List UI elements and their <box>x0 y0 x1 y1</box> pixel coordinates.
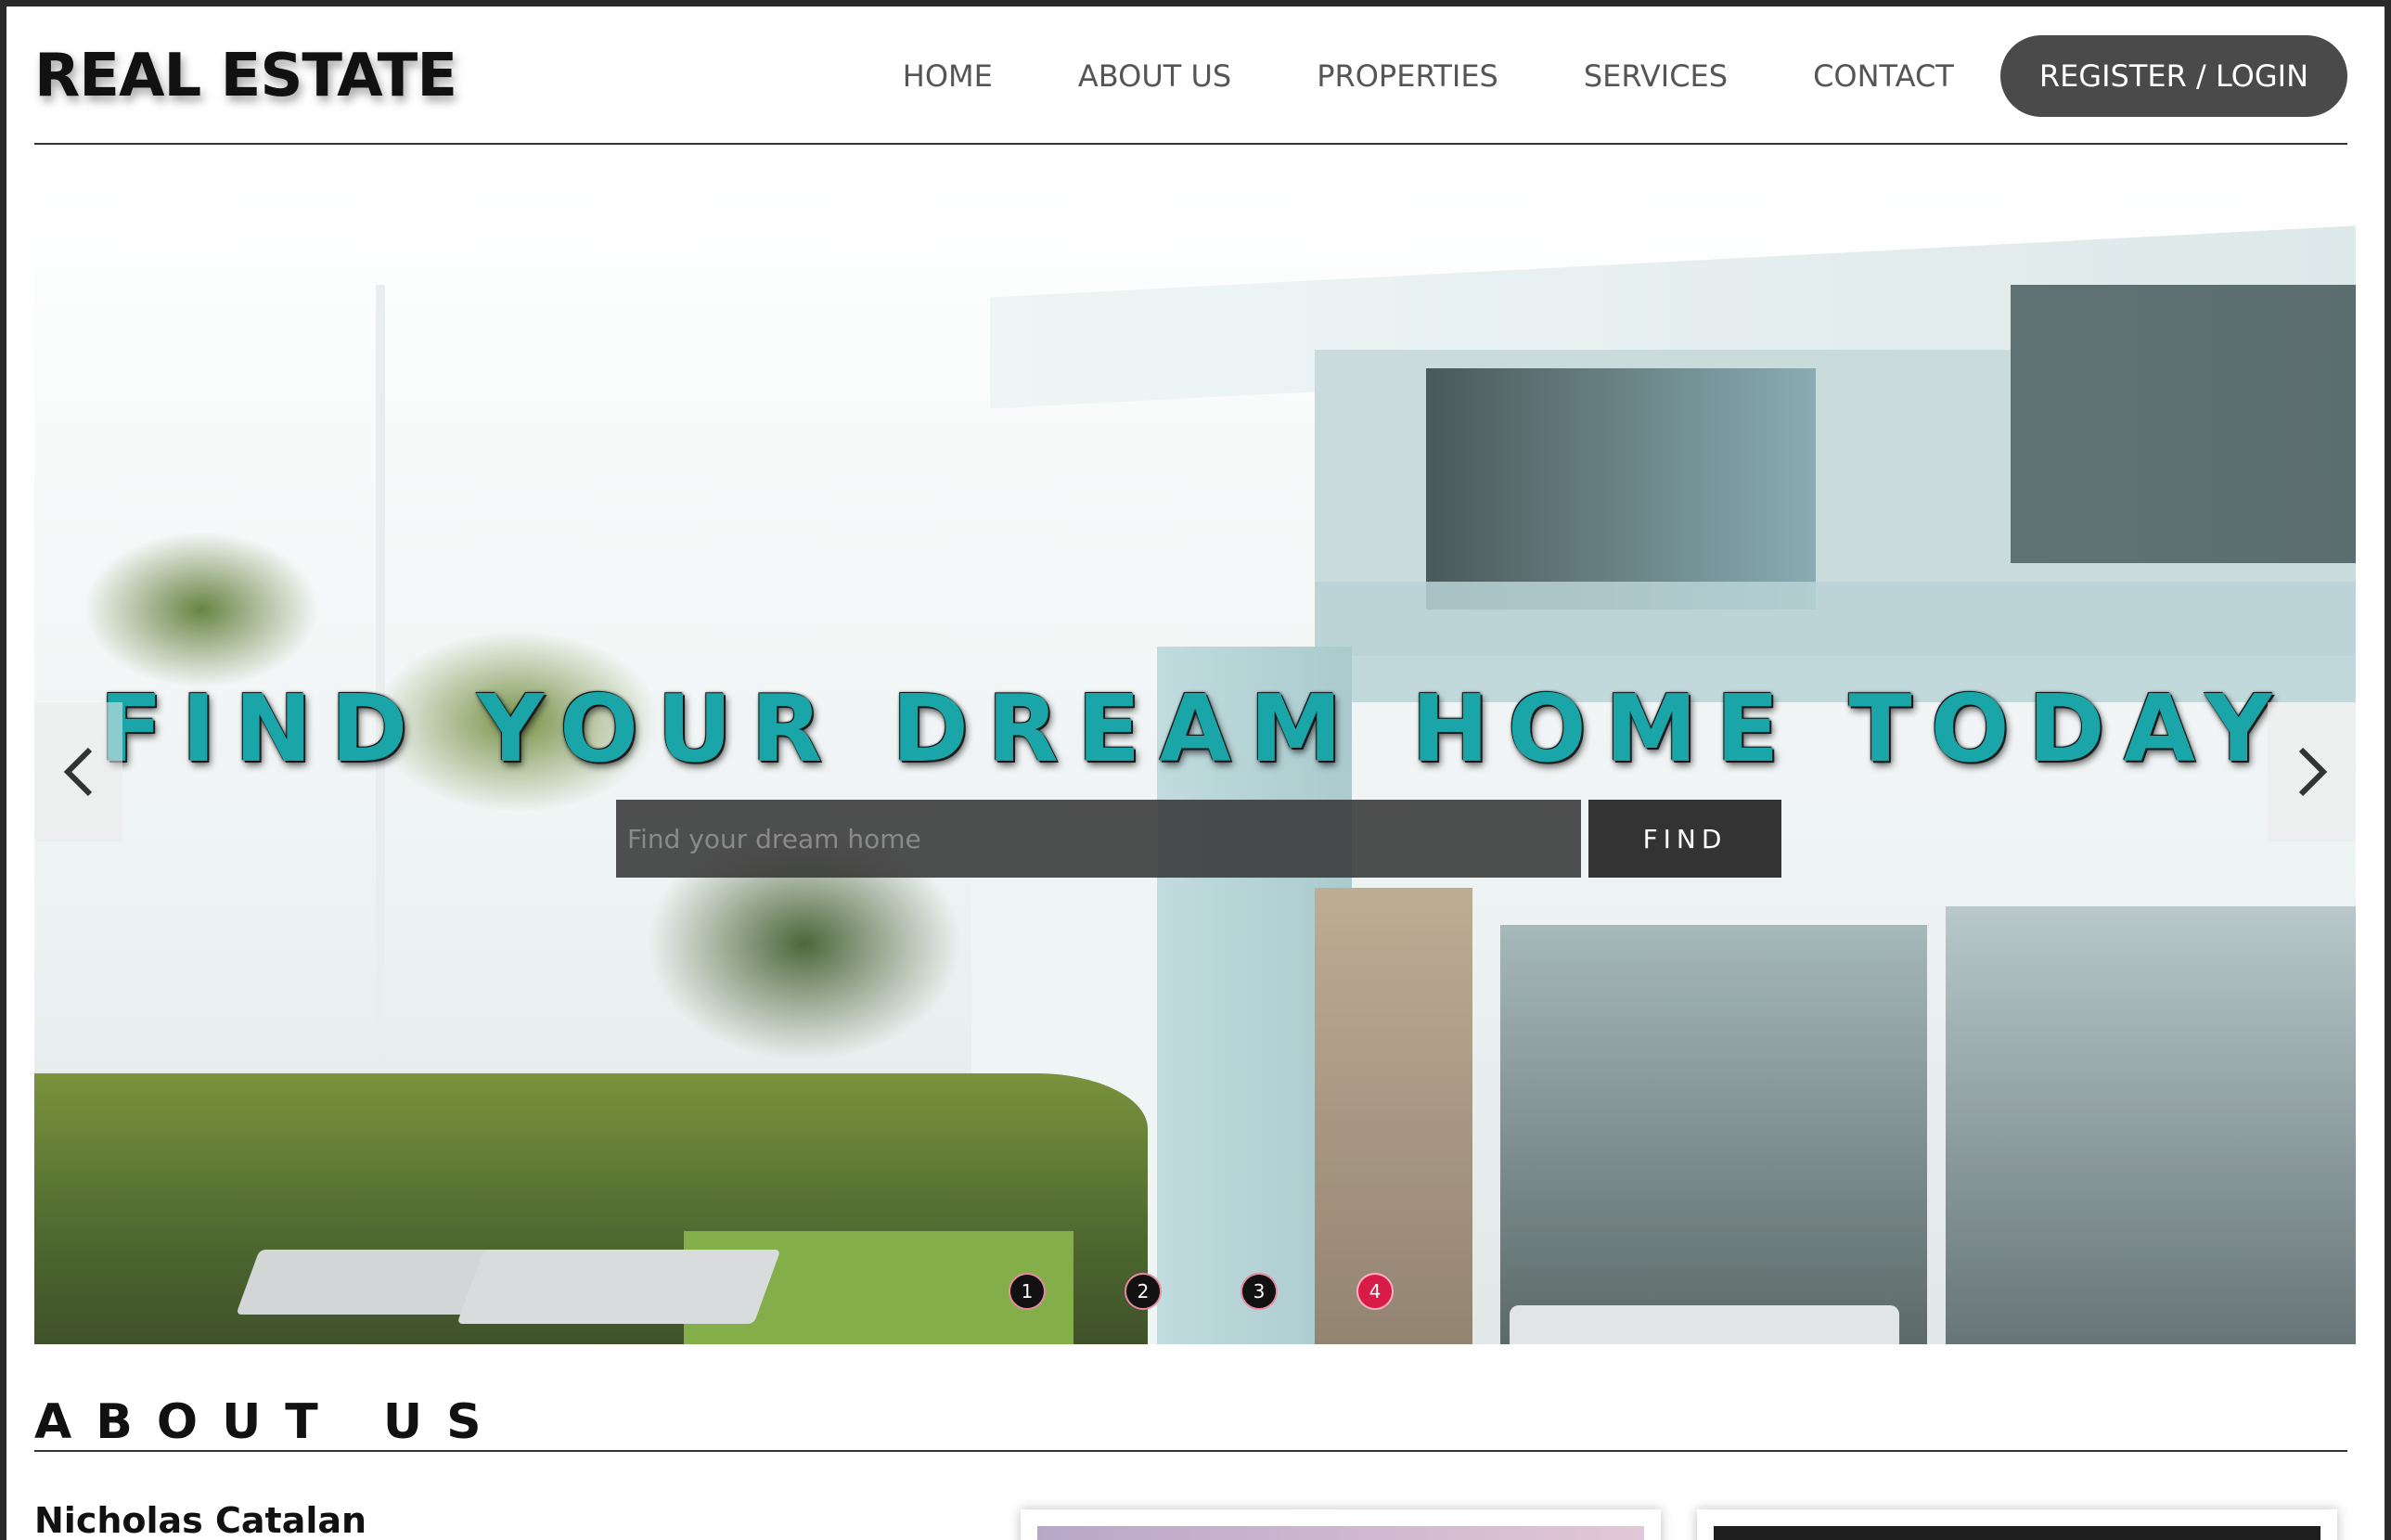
hero-carousel: FIND YOUR DREAM HOME TODAY FIND 1 2 3 4 <box>34 183 2356 1344</box>
chevron-right-icon <box>2298 747 2327 797</box>
hero-title: FIND YOUR DREAM HOME TODAY <box>99 674 2291 783</box>
chevron-left-icon <box>63 747 92 797</box>
carousel-dot-2[interactable]: 2 <box>1125 1273 1162 1310</box>
main-nav: HOME ABOUT US PROPERTIES SERVICES CONTAC… <box>903 34 2347 118</box>
nav-services[interactable]: SERVICES <box>1584 58 1728 94</box>
about-heading: ABOUT US <box>34 1394 506 1450</box>
about-name: Nicholas Catalan <box>34 1500 367 1540</box>
about-card-image <box>1037 1526 1644 1540</box>
carousel-prev-button[interactable] <box>34 702 122 841</box>
about-card-image <box>1714 1526 2320 1540</box>
carousel-next-button[interactable] <box>2268 702 2356 841</box>
about-divider <box>34 1450 2347 1452</box>
find-button[interactable]: FIND <box>1588 800 1781 878</box>
nav-contact[interactable]: CONTACT <box>1813 58 1954 94</box>
about-card <box>1021 1509 1661 1540</box>
header-divider <box>34 143 2347 145</box>
nav-about-us[interactable]: ABOUT US <box>1078 58 1231 94</box>
page: REAL ESTATE HOME ABOUT US PROPERTIES SER… <box>6 6 2385 1540</box>
carousel-dot-3[interactable]: 3 <box>1240 1273 1278 1310</box>
nav-properties[interactable]: PROPERTIES <box>1317 58 1498 94</box>
register-login-button[interactable]: REGISTER / LOGIN <box>1999 35 2347 117</box>
hero-search: FIND <box>616 800 1781 878</box>
search-input[interactable] <box>616 800 1581 878</box>
carousel-dot-1[interactable]: 1 <box>1009 1273 1046 1310</box>
site-logo[interactable]: REAL ESTATE <box>34 42 457 110</box>
about-card <box>1697 1509 2337 1540</box>
nav-home[interactable]: HOME <box>903 58 993 94</box>
carousel-dot-4[interactable]: 4 <box>1356 1273 1394 1310</box>
